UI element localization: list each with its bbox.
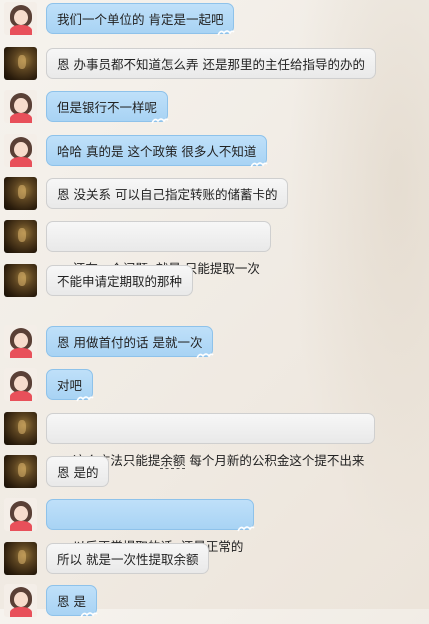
wave-tail-icon xyxy=(151,118,169,124)
girl-avatar-icon[interactable] xyxy=(4,325,37,358)
man-avatar-icon[interactable] xyxy=(4,220,37,253)
chat-message: 恩 是 xyxy=(0,582,429,620)
message-text: 恩 办事员都不知道怎么弄 还是那里的主任给指导的办的 xyxy=(57,57,365,72)
chat-message: 恩 办事员都不知道怎么弄 还是那里的主任给指导的办的 xyxy=(0,45,429,83)
girl-avatar-icon[interactable] xyxy=(4,368,37,401)
message-bubble[interactable]: 恩 没关系 可以自己指定转账的储蓄卡的 xyxy=(46,178,289,209)
message-text: 但是银行不一样呢 xyxy=(57,100,158,115)
wave-tail-icon xyxy=(217,30,236,36)
man-avatar-icon[interactable] xyxy=(4,542,37,575)
man-avatar-icon[interactable] xyxy=(4,177,37,210)
message-bubble[interactable]: 哈哈 真的是 这个政策 很多人不知道 xyxy=(46,135,268,168)
chat-message: 恩 是的 xyxy=(0,453,429,491)
girl-avatar-icon[interactable] xyxy=(4,90,37,123)
message-bubble[interactable]: 对吧 xyxy=(46,369,94,402)
chat-message: 哈哈 真的是 这个政策 很多人不知道 xyxy=(0,132,429,170)
message-bubble[interactable]: 恩 办事员都不知道怎么弄 还是那里的主任给指导的办的 xyxy=(46,48,376,79)
chat-message: 但是银行不一样呢 xyxy=(0,88,429,126)
message-bubble[interactable]: 以后正常提取的话 还是正常的 xyxy=(46,499,255,554)
chat-message: 恩 用做首付的话 是就一次 xyxy=(0,323,429,361)
message-text: 恩 用做首付的话 是就一次 xyxy=(57,335,203,350)
message-bubble[interactable]: 恩 是 xyxy=(46,585,98,618)
man-avatar-icon[interactable] xyxy=(4,412,37,445)
chat-message: 所以 就是一次性提取余额 xyxy=(0,540,429,578)
message-bubble[interactable]: 所以 就是一次性提取余额 xyxy=(46,543,210,574)
chat-message: 我们一个单位的 肯定是一起吧 xyxy=(0,0,429,38)
chat-message: 以后正常提取的话 还是正常的 xyxy=(0,496,429,554)
wave-tail-icon xyxy=(76,396,94,402)
wave-tail-icon xyxy=(250,162,268,168)
man-avatar-icon[interactable] xyxy=(4,264,37,297)
message-bubble[interactable]: 我们一个单位的 肯定是一起吧 xyxy=(46,3,236,36)
message-bubble[interactable]: 恩 用做首付的话 是就一次 xyxy=(46,326,215,359)
message-text: 我们一个单位的 肯定是一起吧 xyxy=(57,12,224,27)
message-bubble[interactable]: 这个方法只能提余额 每个月新的公积金这个提不出来 xyxy=(46,413,376,469)
chat-message: 不能申请定期取的那种 xyxy=(0,262,429,300)
chat-message: 这个方法只能提余额 每个月新的公积金这个提不出来 xyxy=(0,410,429,469)
wave-tail-icon xyxy=(196,353,215,359)
girl-avatar-icon[interactable] xyxy=(4,498,37,531)
wave-tail-icon xyxy=(237,526,255,532)
message-bubble[interactable]: 恩 是的 xyxy=(46,456,110,487)
man-avatar-icon[interactable] xyxy=(4,455,37,488)
message-text: 对吧 xyxy=(57,378,83,393)
message-bubble[interactable]: 不能申请定期取的那种 xyxy=(46,265,194,296)
message-text: 恩 是 xyxy=(57,594,86,609)
message-text: 哈哈 真的是 这个政策 很多人不知道 xyxy=(57,144,257,159)
message-text: 恩 没关系 可以自己指定转账的储蓄卡的 xyxy=(57,187,278,202)
message-text: 不能申请定期取的那种 xyxy=(57,274,183,289)
message-bubble[interactable]: 还有一个问题 就是 只能提取一次 xyxy=(46,221,271,276)
chat-message: 恩 没关系 可以自己指定转账的储蓄卡的 xyxy=(0,175,429,213)
chat-message: 对吧 xyxy=(0,366,429,404)
chat-message: 还有一个问题 就是 只能提取一次 xyxy=(0,218,429,276)
message-text: 恩 是的 xyxy=(57,465,99,480)
man-avatar-icon[interactable] xyxy=(4,47,37,80)
girl-avatar-icon[interactable] xyxy=(4,584,37,617)
message-text: 所以 就是一次性提取余额 xyxy=(57,552,199,567)
girl-avatar-icon[interactable] xyxy=(4,2,37,35)
girl-avatar-icon[interactable] xyxy=(4,134,37,167)
message-bubble[interactable]: 但是银行不一样呢 xyxy=(46,91,169,124)
wave-tail-icon xyxy=(80,612,98,618)
